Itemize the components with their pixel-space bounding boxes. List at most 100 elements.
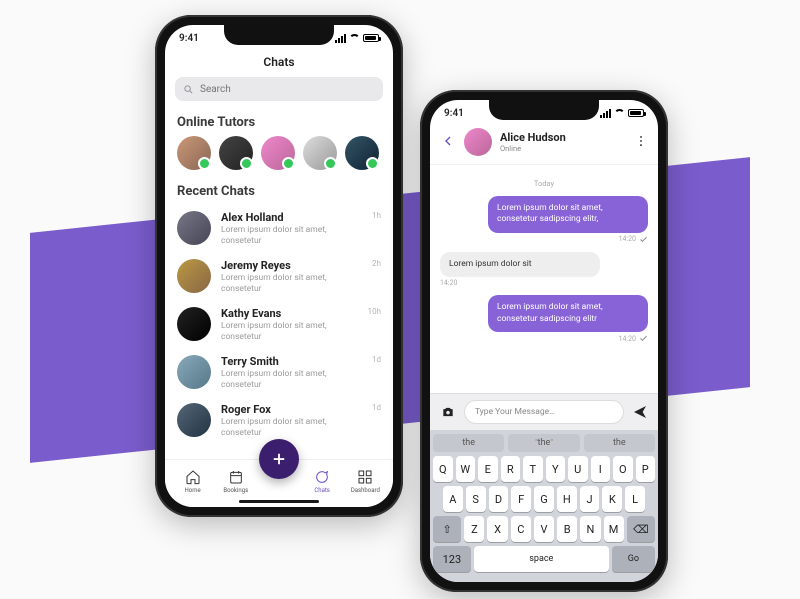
key[interactable]: T [523,456,543,482]
key[interactable]: S [466,486,486,512]
key[interactable]: M [604,516,624,542]
key[interactable]: G [534,486,554,512]
chat-name: Terry Smith [221,355,362,368]
tab-dashboard[interactable]: Dashboard [345,469,385,494]
chat-name: Kathy Evans [221,307,358,320]
suggestion[interactable]: the [584,434,655,452]
go-key[interactable]: Go [612,546,655,572]
backspace-key[interactable]: ⌫ [627,516,655,542]
message-sent[interactable]: Lorem ipsum dolor sit amet, consetetur s… [488,295,648,332]
more-button[interactable] [634,134,648,151]
keyboard: the the the Q W E R T Y U I O P A S D F [430,430,658,582]
key[interactable]: W [456,456,476,482]
tab-label: Home [185,487,201,494]
message-thread[interactable]: Today Lorem ipsum dolor sit amet, conset… [430,165,658,393]
key[interactable]: B [557,516,577,542]
key[interactable]: H [557,486,577,512]
search-input[interactable] [200,84,375,95]
new-chat-button[interactable] [259,439,299,479]
message-time: 14:20 [619,335,636,343]
tutor-avatar[interactable] [261,136,295,170]
chat-time: 10h [368,307,381,316]
key[interactable]: V [534,516,554,542]
avatar[interactable] [464,128,492,156]
microphone-icon[interactable] [631,580,647,582]
signal-icon [335,34,346,43]
screen-chats: 9:41 Chats Online Tutors Recent Chats [165,25,393,507]
tab-chats[interactable]: Chats [302,469,342,494]
chat-name: Alex Holland [221,211,362,224]
home-indicator[interactable] [239,500,319,503]
shift-key[interactable]: ⇧ [433,516,461,542]
tutor-avatar[interactable] [303,136,337,170]
message-input[interactable]: Type Your Message… [464,400,624,424]
numbers-key[interactable]: 123 [433,546,471,572]
chat-time: 1d [372,355,381,364]
chat-row[interactable]: Alex Holland Lorem ipsum dolor sit amet,… [177,205,381,253]
plus-icon [270,450,288,468]
chat-preview: Lorem ipsum dolor sit amet, consetetur [221,417,362,439]
chat-icon [314,469,330,485]
avatar [177,136,211,170]
wifi-icon [349,34,360,42]
chat-row[interactable]: Kathy Evans Lorem ipsum dolor sit amet, … [177,301,381,349]
home-icon [185,469,201,485]
battery-icon [628,109,644,117]
chat-time: 1h [372,211,381,220]
avatar [303,136,337,170]
avatar [177,211,211,245]
key[interactable]: C [511,516,531,542]
key[interactable]: U [568,456,588,482]
key[interactable]: R [501,456,521,482]
key[interactable]: A [443,486,463,512]
emoji-icon[interactable] [441,580,457,582]
tutor-avatar[interactable] [219,136,253,170]
tutor-avatar[interactable] [177,136,211,170]
key[interactable]: X [487,516,507,542]
avatar [345,136,379,170]
chat-preview: Lorem ipsum dolor sit amet, consetetur [221,273,362,295]
key[interactable]: Q [433,456,453,482]
avatar [177,355,211,389]
key[interactable]: N [580,516,600,542]
back-button[interactable] [440,133,456,152]
status-icons [600,109,644,118]
key[interactable]: J [580,486,600,512]
key[interactable]: O [613,456,633,482]
tab-bookings[interactable]: Bookings [216,469,256,494]
chat-row[interactable]: Jeremy Reyes Lorem ipsum dolor sit amet,… [177,253,381,301]
avatar [219,136,253,170]
more-vertical-icon [634,134,648,148]
recent-chats-list: Alex Holland Lorem ipsum dolor sit amet,… [165,205,393,445]
key[interactable]: E [478,456,498,482]
key[interactable]: L [625,486,645,512]
camera-icon[interactable] [440,405,456,419]
key[interactable]: P [636,456,656,482]
tab-label: Dashboard [351,487,380,494]
space-key[interactable]: space [474,546,609,572]
key[interactable]: Y [546,456,566,482]
day-divider: Today [440,175,648,196]
message-sent[interactable]: Lorem ipsum dolor sit amet, consetetur s… [488,196,648,233]
contact-status: Online [500,144,566,153]
suggestion[interactable]: the [508,434,579,452]
search-field[interactable] [175,77,383,101]
key[interactable]: K [602,486,622,512]
send-icon[interactable] [632,404,648,420]
message-composer: Type Your Message… [430,393,658,430]
message-received[interactable]: Lorem ipsum dolor sit [440,252,600,277]
key[interactable]: I [591,456,611,482]
key[interactable]: Z [464,516,484,542]
keyboard-footer [433,576,655,582]
message-placeholder: Type Your Message… [475,407,555,417]
key[interactable]: D [489,486,509,512]
contact-name: Alice Hudson [500,131,566,144]
message-time: 14:20 [440,279,457,287]
recent-chats-header: Recent Chats [165,180,393,205]
tab-home[interactable]: Home [173,469,213,494]
signal-icon [600,109,611,118]
chat-row[interactable]: Terry Smith Lorem ipsum dolor sit amet, … [177,349,381,397]
tutor-avatar[interactable] [345,136,379,170]
key[interactable]: F [511,486,531,512]
suggestion[interactable]: the [433,434,504,452]
